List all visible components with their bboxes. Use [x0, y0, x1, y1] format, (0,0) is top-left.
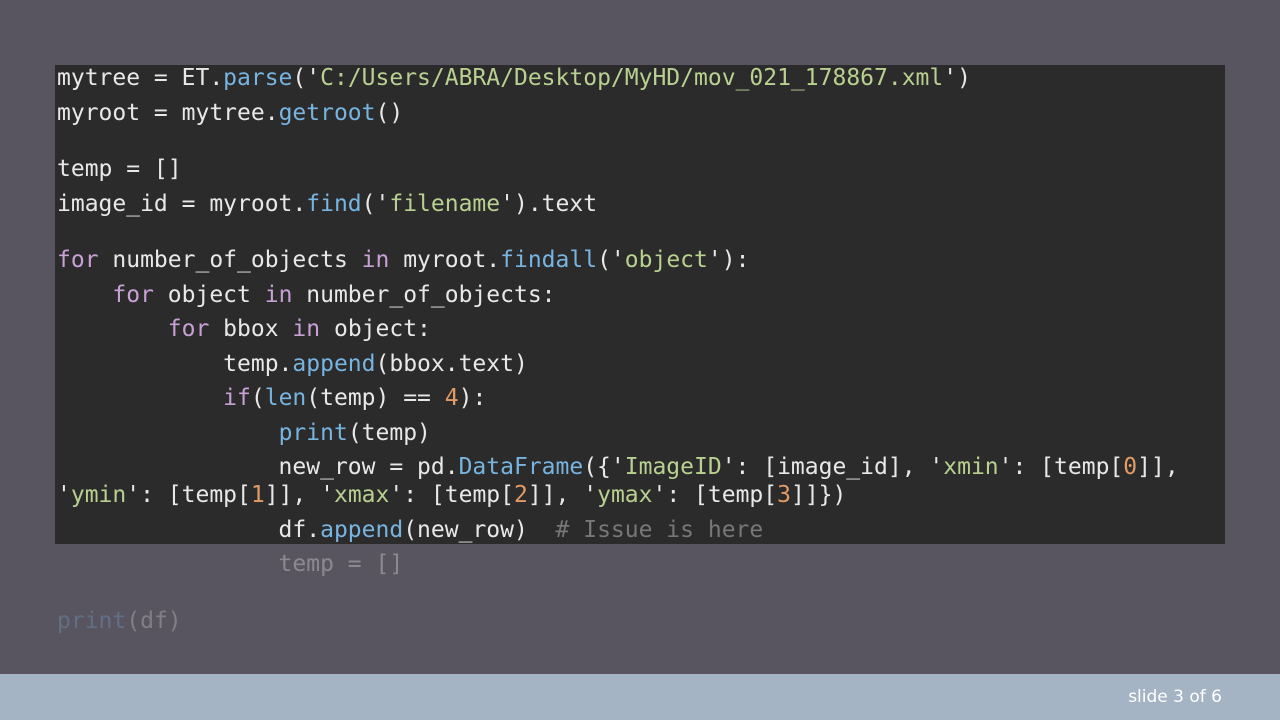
- code-line-9: if(len(temp) == 4):: [223, 385, 487, 411]
- code-block: mytree = ET.parse('C:/Users/ABRA/Desktop…: [57, 0, 1257, 634]
- slide: mytree = ET.parse('C:/Users/ABRA/Desktop…: [0, 0, 1280, 720]
- code-line-14: temp = []: [57, 551, 404, 577]
- code-line-5: for number_of_objects in myroot.findall(…: [57, 247, 750, 273]
- code-line-1: mytree = ET.parse('C:/Users/ABRA/Desktop…: [57, 65, 971, 91]
- code-line-7: for bbox in object:: [167, 316, 431, 342]
- slide-counter: slide 3 of 6: [1128, 687, 1222, 707]
- code-line-4: image_id = myroot.find('filename').text: [57, 191, 598, 217]
- code-line-11: new_row = pd.DataFrame({'ImageID': [imag…: [57, 454, 1179, 480]
- code-line-12: 'ymin': [temp[1]], 'xmax': [temp[2]], 'y…: [57, 482, 847, 508]
- code-line-3: temp = []: [57, 156, 182, 182]
- code-line-15: print(df): [57, 608, 182, 634]
- code-line-6: for object in number_of_objects:: [112, 282, 556, 308]
- code-line-10: print(temp): [278, 420, 431, 446]
- code-line-8: temp.append(bbox.text): [57, 351, 528, 377]
- code-line-2: myroot = mytree.getroot(): [57, 100, 404, 126]
- slide-footer: slide 3 of 6: [0, 674, 1280, 720]
- code-line-13: df.append(new_row) # Issue is here: [57, 517, 764, 543]
